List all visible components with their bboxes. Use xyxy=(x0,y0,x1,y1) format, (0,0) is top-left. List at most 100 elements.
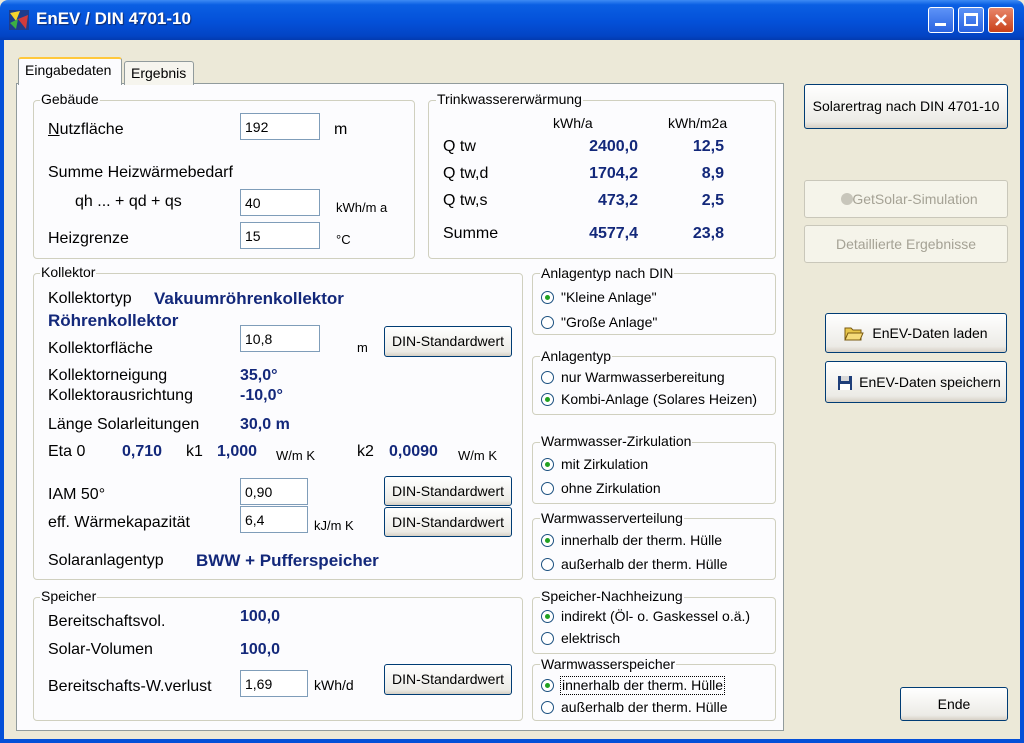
laenge-solarleitungen-label: Länge Solarleitungen xyxy=(48,416,200,433)
radio-verteilung-innerhalb[interactable] xyxy=(541,534,554,547)
bereitschaftsvol-value: 100,0 xyxy=(240,608,281,625)
nutzflaeche-input[interactable] xyxy=(240,113,320,140)
floppy-disk-icon xyxy=(838,376,852,390)
trinkwasser-row-value1: 473,2 xyxy=(597,192,638,209)
minimize-button[interactable] xyxy=(928,7,954,33)
radio-nur-warmwasser[interactable] xyxy=(541,371,554,384)
radio-mit-zirkulation[interactable] xyxy=(541,458,554,471)
nutzflaeche-unit: m xyxy=(334,121,348,138)
solaranlagentyp-label: Solaranlagentyp xyxy=(48,552,164,569)
k1-value: 1,000 xyxy=(217,443,258,460)
waermekapazitaet-input[interactable] xyxy=(240,506,308,533)
radio-verteilung-innerhalb-label[interactable]: innerhalb der therm. Hülle xyxy=(561,532,722,549)
radio-verteilung-ausserhalb-label[interactable]: außerhalb der therm. Hülle xyxy=(561,556,728,573)
heizgrenze-input[interactable] xyxy=(240,222,320,249)
trinkwasser-row-value2: 2,5 xyxy=(701,192,724,209)
nutzflaeche-label: Nutzfläche xyxy=(48,120,124,139)
detaillierte-ergebnisse-button[interactable]: Detaillierte Ergebnisse xyxy=(804,225,1008,263)
qh-unit: kWh/m a xyxy=(336,200,388,215)
eta0-label: Eta 0 xyxy=(48,443,86,460)
qh-label: qh ... + qd + qs xyxy=(75,193,182,210)
group-wwspeicher-legend: Warmwasserspeicher xyxy=(540,656,677,672)
iam-input[interactable] xyxy=(240,478,308,505)
enev-daten-speichern-button[interactable]: EnEV-Daten speichern xyxy=(825,361,1007,403)
group-trinkwasser-legend: Trinkwassererwärmung xyxy=(436,91,583,107)
trinkwasser-row-value2: 12,5 xyxy=(692,138,724,155)
radio-grosse-anlage[interactable] xyxy=(541,316,554,329)
getsolar-icon xyxy=(841,193,853,205)
qh-input[interactable] xyxy=(240,189,320,216)
trinkwasser-row-value2: 8,9 xyxy=(701,165,724,182)
tab-ergebnis[interactable]: Ergebnis xyxy=(124,61,194,85)
bereitschafts-verlust-unit: kWh/d xyxy=(314,677,354,693)
radio-nachheizung-indirekt[interactable] xyxy=(541,610,554,623)
heizgrenze-label: Heizgrenze xyxy=(48,230,129,247)
solaranlagentyp-value: BWW + Pufferspeicher xyxy=(196,551,379,570)
minimize-icon xyxy=(935,23,946,26)
k1-label: k1 xyxy=(186,443,203,460)
trinkwasser-row-label: Summe xyxy=(443,225,499,242)
radio-wwspeicher-innerhalb-label[interactable]: innerhalb der therm. Hülle xyxy=(559,676,726,695)
radio-nachheizung-elektrisch[interactable] xyxy=(541,632,554,645)
laenge-solarleitungen-value: 30,0 m xyxy=(240,416,290,433)
radio-kleine-anlage[interactable] xyxy=(541,291,554,304)
getsolar-simulation-label: GetSolar-Simulation xyxy=(852,191,978,207)
ende-button[interactable]: Ende xyxy=(900,687,1008,721)
group-zirkulation-legend: Warmwasser-Zirkulation xyxy=(540,433,693,449)
kollektortyp-subvalue: Röhrenkollektor xyxy=(48,311,179,330)
tab-eingabedaten[interactable]: Eingabedaten xyxy=(18,57,122,85)
enev-daten-laden-button[interactable]: EnEV-Daten laden xyxy=(825,313,1007,353)
din-standardwert-button[interactable]: DIN-Standardwert xyxy=(384,664,512,695)
k1-unit: W/m K xyxy=(276,448,315,463)
iam-label: IAM 50° xyxy=(48,486,106,503)
app-icon xyxy=(9,10,29,30)
group-speicher-legend: Speicher xyxy=(40,588,98,604)
solarertrag-button[interactable]: Solarertrag nach DIN 4701-10 xyxy=(804,84,1008,129)
radio-kleine-anlage-label[interactable]: "Kleine Anlage" xyxy=(561,289,657,306)
bereitschaftsvol-label: Bereitschaftsvol. xyxy=(48,613,166,630)
radio-wwspeicher-innerhalb[interactable] xyxy=(541,679,554,692)
trinkwasser-row-value1: 2400,0 xyxy=(589,138,638,155)
radio-grosse-anlage-label[interactable]: "Große Anlage" xyxy=(561,314,657,331)
radio-ohne-zirkulation[interactable] xyxy=(541,482,554,495)
radio-wwspeicher-ausserhalb[interactable] xyxy=(541,701,554,714)
enev-daten-speichern-label: EnEV-Daten speichern xyxy=(859,374,1001,390)
radio-wwspeicher-ausserhalb-label[interactable]: außerhalb der therm. Hülle xyxy=(561,699,728,716)
din-standardwert-button[interactable]: DIN-Standardwert xyxy=(384,476,512,506)
kollektorflaeche-input[interactable] xyxy=(240,325,320,352)
din-standardwert-button[interactable]: DIN-Standardwert xyxy=(384,326,512,357)
maximize-button[interactable] xyxy=(958,7,984,33)
k2-label: k2 xyxy=(357,443,374,460)
heizgrenze-unit: °C xyxy=(336,232,351,247)
trinkwasser-col2-header: kWh/m2a xyxy=(668,115,728,131)
k2-value: 0,0090 xyxy=(389,443,438,460)
bereitschafts-verlust-label: Bereitschafts-W.verlust xyxy=(48,678,212,695)
radio-verteilung-ausserhalb[interactable] xyxy=(541,558,554,571)
waermekapazitaet-unit: kJ/m K xyxy=(314,518,354,533)
radio-kombi-anlage[interactable] xyxy=(541,393,554,406)
kollektorausrichtung-value: -10,0° xyxy=(240,387,283,404)
solar-volumen-label: Solar-Volumen xyxy=(48,641,153,658)
din-standardwert-button[interactable]: DIN-Standardwert xyxy=(384,507,512,537)
eta0-value: 0,710 xyxy=(122,443,163,460)
maximize-icon xyxy=(964,13,978,26)
radio-kombi-anlage-label[interactable]: Kombi-Anlage (Solares Heizen) xyxy=(561,391,757,408)
radio-ohne-zirkulation-label[interactable]: ohne Zirkulation xyxy=(561,480,661,497)
radio-nachheizung-indirekt-label[interactable]: indirekt (Öl- o. Gaskessel o.ä.) xyxy=(561,608,750,625)
trinkwasser-row-value1: 4577,4 xyxy=(589,225,638,242)
waermekapazitaet-label: eff. Wärmekapazität xyxy=(48,514,190,531)
enev-daten-laden-label: EnEV-Daten laden xyxy=(872,325,988,341)
group-gebaeude-legend: Gebäude xyxy=(40,91,100,107)
kollektorflaeche-unit: m xyxy=(357,340,368,355)
getsolar-simulation-button[interactable]: GetSolar-Simulation xyxy=(804,180,1008,218)
kollektortyp-label: Kollektortyp xyxy=(48,290,132,307)
bereitschafts-verlust-input[interactable] xyxy=(240,670,308,697)
radio-mit-zirkulation-label[interactable]: mit Zirkulation xyxy=(561,456,648,473)
close-button[interactable] xyxy=(988,7,1014,33)
radio-nachheizung-elektrisch-label[interactable]: elektrisch xyxy=(561,630,620,647)
radio-nur-warmwasser-label[interactable]: nur Warmwasserbereitung xyxy=(561,369,725,386)
close-icon xyxy=(995,14,1007,26)
group-anlagentyp-din-legend: Anlagentyp nach DIN xyxy=(540,265,675,281)
trinkwasser-row-value2: 23,8 xyxy=(692,225,724,242)
nutzflaeche-label-text: Nutzfläche xyxy=(48,121,124,138)
